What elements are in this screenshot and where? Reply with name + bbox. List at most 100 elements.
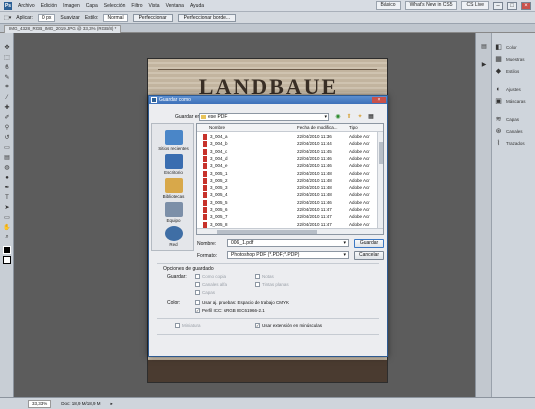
- save-button[interactable]: Guardar: [354, 239, 384, 248]
- whats-new-button[interactable]: What's New in CS5: [404, 1, 458, 10]
- column-name-header[interactable]: Nombre: [209, 125, 225, 130]
- file-name-input[interactable]: 006_1.pdf ▾: [227, 239, 349, 247]
- style-select[interactable]: Normal: [103, 13, 128, 22]
- panel-channels[interactable]: ⊛ Canales: [494, 127, 523, 136]
- place-network[interactable]: Red: [152, 226, 195, 247]
- eraser-icon[interactable]: ▭: [2, 143, 12, 152]
- use-proof-setup-checkbox[interactable]: Usar aj. pruebas: Espacio de trabajo CMY…: [195, 300, 289, 305]
- actions-panel-icon[interactable]: ▶: [479, 61, 489, 70]
- feather-label: Aplicar:: [16, 14, 33, 21]
- scroll-thumb[interactable]: [217, 230, 317, 234]
- shape-icon[interactable]: ▭: [2, 213, 12, 222]
- menu-vista[interactable]: Vista: [149, 3, 160, 9]
- lowercase-extension-checkbox[interactable]: ✓ Usar extensión en minúsculas: [255, 323, 322, 328]
- minimize-button[interactable]: –: [493, 1, 503, 10]
- zoom-level[interactable]: 33,33%: [28, 399, 52, 408]
- up-folder-icon[interactable]: ⬆: [345, 113, 353, 121]
- layers-panel-icon: ≋: [495, 116, 502, 123]
- panel-layers[interactable]: ≋ Capas: [494, 115, 519, 124]
- checkbox-label: Capas: [202, 290, 216, 295]
- place-recent[interactable]: Sitios recientes: [152, 130, 195, 151]
- checkbox-box: ✓: [255, 323, 260, 328]
- place-libraries[interactable]: Bibliotecas: [152, 178, 195, 199]
- menu-ayuda[interactable]: Ayuda: [190, 3, 204, 9]
- history-panel-icon[interactable]: ▤: [479, 43, 489, 52]
- thumbnail-checkbox[interactable]: Miniatura: [175, 323, 201, 328]
- document-tab[interactable]: IMG_4328_RGB_IMG_2019.JPG @ 33,3% (RGB/8…: [4, 25, 122, 33]
- blur-icon[interactable]: ◍: [2, 163, 12, 172]
- panel-swatches[interactable]: ▦ Muestras: [494, 55, 524, 64]
- foreground-color-swatch[interactable]: [2, 245, 12, 254]
- notes-checkbox[interactable]: Notas: [255, 274, 274, 279]
- history-brush-icon[interactable]: ↺: [2, 133, 12, 142]
- clone-stamp-icon[interactable]: ⚲: [2, 123, 12, 132]
- file-date-cell: 22/04/2010 11:47: [297, 221, 332, 227]
- menu-ventana[interactable]: Ventana: [166, 3, 184, 9]
- place-desktop[interactable]: Escritorio: [152, 154, 195, 175]
- file-name-label: Nombre:: [197, 241, 217, 247]
- format-select[interactable]: Photoshop PDF (*.PDF;*.PDP) ▾: [227, 251, 349, 259]
- menu-archivo[interactable]: Archivo: [18, 3, 35, 9]
- feather-input[interactable]: 0 px: [37, 13, 56, 22]
- menu-filtro[interactable]: Filtro: [131, 3, 142, 9]
- checkbox-label: Perfil ICC: sRGB IEC61966-2.1: [202, 308, 265, 313]
- panel-label: Capas: [506, 117, 520, 122]
- alpha-channels-checkbox[interactable]: Canales alfa: [195, 282, 227, 287]
- close-window-button[interactable]: ×: [521, 1, 531, 10]
- panel-adjustments[interactable]: ◐ Ajustes: [494, 85, 520, 94]
- quick-select-icon[interactable]: ✎: [2, 73, 12, 82]
- file-type-cell: Adobe Acr: [349, 134, 370, 139]
- panel-paths[interactable]: ⌇ Trazados: [494, 139, 525, 148]
- eyedropper-icon[interactable]: ⁄: [2, 93, 12, 102]
- pen-icon[interactable]: ✒: [2, 183, 12, 192]
- lasso-icon[interactable]: ϐ: [2, 63, 12, 72]
- dialog-close-button[interactable]: ×: [372, 97, 386, 103]
- crop-icon[interactable]: ⌗: [2, 83, 12, 92]
- menu-edicion[interactable]: Edición: [41, 3, 57, 9]
- maximize-button[interactable]: □: [507, 1, 517, 10]
- view-menu-icon[interactable]: ▦: [367, 113, 375, 121]
- type-icon[interactable]: T: [2, 193, 12, 202]
- new-folder-icon[interactable]: ✦: [356, 113, 364, 121]
- hand-icon[interactable]: ✋: [2, 223, 12, 232]
- back-icon[interactable]: ◉: [334, 113, 342, 121]
- layers-checkbox[interactable]: Capas: [195, 290, 215, 295]
- dialog-title-bar[interactable]: Guardar como ×: [149, 96, 387, 104]
- cancel-button[interactable]: Cancelar: [354, 251, 384, 260]
- cs-live-button[interactable]: CS Live: [461, 1, 489, 10]
- panel-color[interactable]: ◧ Color: [494, 43, 517, 52]
- menu-imagen[interactable]: Imagen: [63, 3, 80, 9]
- zoom-icon[interactable]: ⌕: [2, 233, 12, 242]
- checkbox-label: Notas: [262, 274, 274, 279]
- brush-icon[interactable]: ✐: [2, 113, 12, 122]
- status-arrow-icon[interactable]: ▸: [111, 401, 113, 407]
- vertical-scrollbar[interactable]: [377, 132, 383, 228]
- healing-brush-icon[interactable]: ✚: [2, 103, 12, 112]
- column-type-header[interactable]: Tipo: [349, 125, 358, 130]
- antialias-checkbox[interactable]: Suavizar: [60, 15, 79, 21]
- marquee-icon[interactable]: ⬚: [2, 53, 12, 62]
- place-computer[interactable]: Equipo: [152, 202, 195, 223]
- channels-panel-icon: ⊛: [495, 128, 502, 135]
- gradient-icon[interactable]: ▤: [2, 153, 12, 162]
- save-in-select[interactable]: ese PDF ▾: [199, 113, 329, 121]
- horizontal-scrollbar[interactable]: [197, 228, 383, 234]
- panel-styles[interactable]: ◆ Estilos: [494, 67, 519, 76]
- spot-colors-checkbox[interactable]: Tintas planas: [255, 282, 289, 287]
- icc-profile-checkbox[interactable]: ✓ Perfil ICC: sRGB IEC61966-2.1: [195, 308, 265, 313]
- refine-label[interactable]: Perfeccionar: [132, 13, 173, 22]
- scroll-thumb[interactable]: [379, 142, 383, 164]
- move-tool-icon[interactable]: ✥: [2, 43, 12, 52]
- workspace-basic-button[interactable]: Básico: [375, 1, 401, 10]
- dodge-icon[interactable]: ●: [2, 173, 12, 182]
- menu-seleccion[interactable]: Selección: [104, 3, 126, 9]
- as-copy-checkbox[interactable]: Como copia: [195, 274, 226, 279]
- marquee-tool-icon[interactable]: ⬚▾: [4, 15, 11, 21]
- path-select-icon[interactable]: ➤: [2, 203, 12, 212]
- background-color-swatch[interactable]: [2, 255, 12, 264]
- menu-capa[interactable]: Capa: [86, 3, 98, 9]
- save-options-heading: Opciones de guardado: [163, 266, 214, 272]
- refine-edge-button[interactable]: Perfeccionar borde...: [177, 13, 237, 22]
- panel-masks[interactable]: ▣ Máscaras: [494, 97, 525, 106]
- column-date-header[interactable]: Fecha de modifica...: [297, 125, 338, 130]
